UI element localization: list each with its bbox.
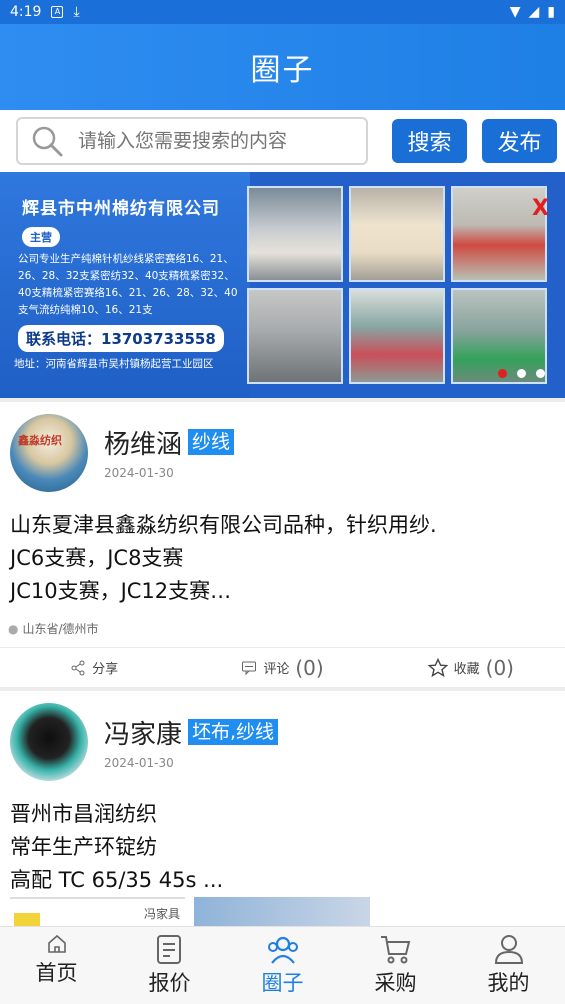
avatar[interactable] (10, 703, 88, 781)
tab-label: 采购 (374, 971, 417, 995)
signal-icon: ◢ (528, 4, 540, 20)
carousel-dot[interactable] (536, 369, 545, 378)
search-box[interactable] (16, 117, 368, 165)
post-date: 2024-01-30 (104, 466, 174, 480)
avatar-text: 鑫淼纺织 (18, 434, 62, 447)
tab-circle[interactable]: 圈子 (226, 927, 339, 1004)
group-icon (267, 936, 298, 964)
banner-address: 地址：河南省辉县市吴村镇杨起营工业园区 (14, 358, 214, 370)
post-line: 常年生产环锭纺 (10, 835, 157, 859)
wifi-icon: ▼ (509, 4, 521, 20)
notification-icon: A (51, 6, 64, 18)
post-author[interactable]: 杨维涵 (104, 424, 182, 461)
status-time: 4:19 (10, 4, 42, 20)
search-input[interactable] (78, 130, 348, 152)
image-text: 冯家具 (144, 907, 181, 921)
post-image[interactable]: 冯家具 (10, 897, 185, 929)
cart-icon (380, 936, 410, 964)
post-line: 高配 TC 65/35 45s ... (10, 868, 224, 892)
search-bar: 搜索 发布 (0, 110, 565, 172)
banner-info: 辉县市中州棉纺有限公司 主营 公司专业生产纯棉针机纱线紧密赛络16、21、26、… (0, 172, 250, 398)
post-actions: 分享 评论 (0) 收藏 (0) (0, 647, 565, 687)
tab-purchase[interactable]: 采购 (339, 927, 452, 1004)
post-content[interactable]: 晋州市昌润纺织 常年生产环锭纺 高配 TC 65/35 45s ... (10, 798, 223, 897)
favorite-count: (0) (485, 655, 514, 680)
status-bar: 4:19 A ⤓ ▼ ◢ ▮ (0, 0, 565, 24)
divider (0, 687, 565, 691)
banner-photo (349, 186, 445, 282)
comment-count: (0) (295, 655, 324, 680)
tab-label: 我的 (487, 971, 530, 995)
download-icon: ⤓ (73, 4, 80, 20)
carousel-dot[interactable] (517, 369, 526, 378)
post-line: 晋州市昌润纺织 (10, 802, 157, 826)
banner-description: 公司专业生产纯棉针机纱线紧密赛络16、21、26、28、32支紧密纺32、40支… (18, 253, 238, 316)
search-icon (32, 126, 63, 157)
category-badge: 坯布,纱线 (188, 719, 279, 745)
favorite-button[interactable]: 收藏 (0) (377, 648, 565, 687)
user-icon (494, 935, 523, 964)
tab-label: 首页 (35, 961, 78, 985)
banner-company: 辉县市中州棉纺有限公司 (22, 199, 220, 219)
share-button[interactable]: 分享 (0, 648, 188, 687)
publish-button[interactable]: 发布 (482, 119, 557, 163)
ad-banner[interactable]: 辉县市中州棉纺有限公司 主营 公司专业生产纯棉针机纱线紧密赛络16、21、26、… (0, 172, 565, 398)
tab-mine[interactable]: 我的 (452, 927, 565, 1004)
banner-photo (247, 288, 343, 384)
banner-phone: 联系电话：13703733558 (18, 325, 224, 352)
avatar[interactable]: 鑫淼纺织 (10, 414, 88, 492)
app-header: 圈子 (0, 24, 565, 110)
share-icon (71, 660, 85, 675)
tab-label: 报价 (148, 971, 191, 995)
comment-label: 评论 (263, 662, 290, 677)
banner-close-button[interactable]: X (532, 196, 549, 221)
post-author[interactable]: 冯家康 (104, 714, 182, 751)
tab-quotes[interactable]: 报价 (113, 927, 226, 1004)
post-location: ● 山东省/德州市 (8, 620, 99, 637)
category-badge: 纱线 (188, 429, 235, 455)
post-line: JC6支赛，JC8支赛 (10, 546, 184, 570)
tab-label: 圈子 (261, 971, 304, 995)
battery-icon: ▮ (547, 4, 555, 20)
divider (0, 398, 565, 402)
carousel-dot[interactable] (498, 369, 507, 378)
location-pin-icon: ● (8, 621, 19, 636)
post-content[interactable]: 山东夏津县鑫淼纺织有限公司品种，针织用纱. JC6支赛，JC8支赛 JC10支赛… (10, 509, 437, 608)
carousel-indicator (498, 369, 545, 378)
post-line: 山东夏津县鑫淼纺织有限公司品种，针织用纱. (10, 513, 437, 537)
banner-tag: 主营 (22, 227, 60, 247)
post-line: JC10支赛，JC12支赛… (10, 579, 232, 603)
post-date: 2024-01-30 (104, 756, 174, 770)
banner-photos (247, 186, 547, 386)
location-text: 山东省/德州市 (22, 622, 99, 636)
share-label: 分享 (92, 662, 119, 677)
tab-home[interactable]: 首页 (0, 927, 113, 1004)
comment-icon (242, 661, 257, 675)
banner-photo (349, 288, 445, 384)
comment-button[interactable]: 评论 (0) (188, 648, 376, 687)
document-icon (156, 935, 181, 964)
home-icon (47, 934, 66, 953)
page-title: 圈子 (250, 53, 315, 88)
bottom-tab-bar: 首页 报价 圈子 采购 我的 (0, 926, 565, 1004)
banner-photo (247, 186, 343, 282)
favorite-label: 收藏 (453, 662, 480, 677)
post-image[interactable] (194, 897, 370, 927)
search-button[interactable]: 搜索 (392, 119, 467, 163)
star-icon (427, 657, 448, 677)
